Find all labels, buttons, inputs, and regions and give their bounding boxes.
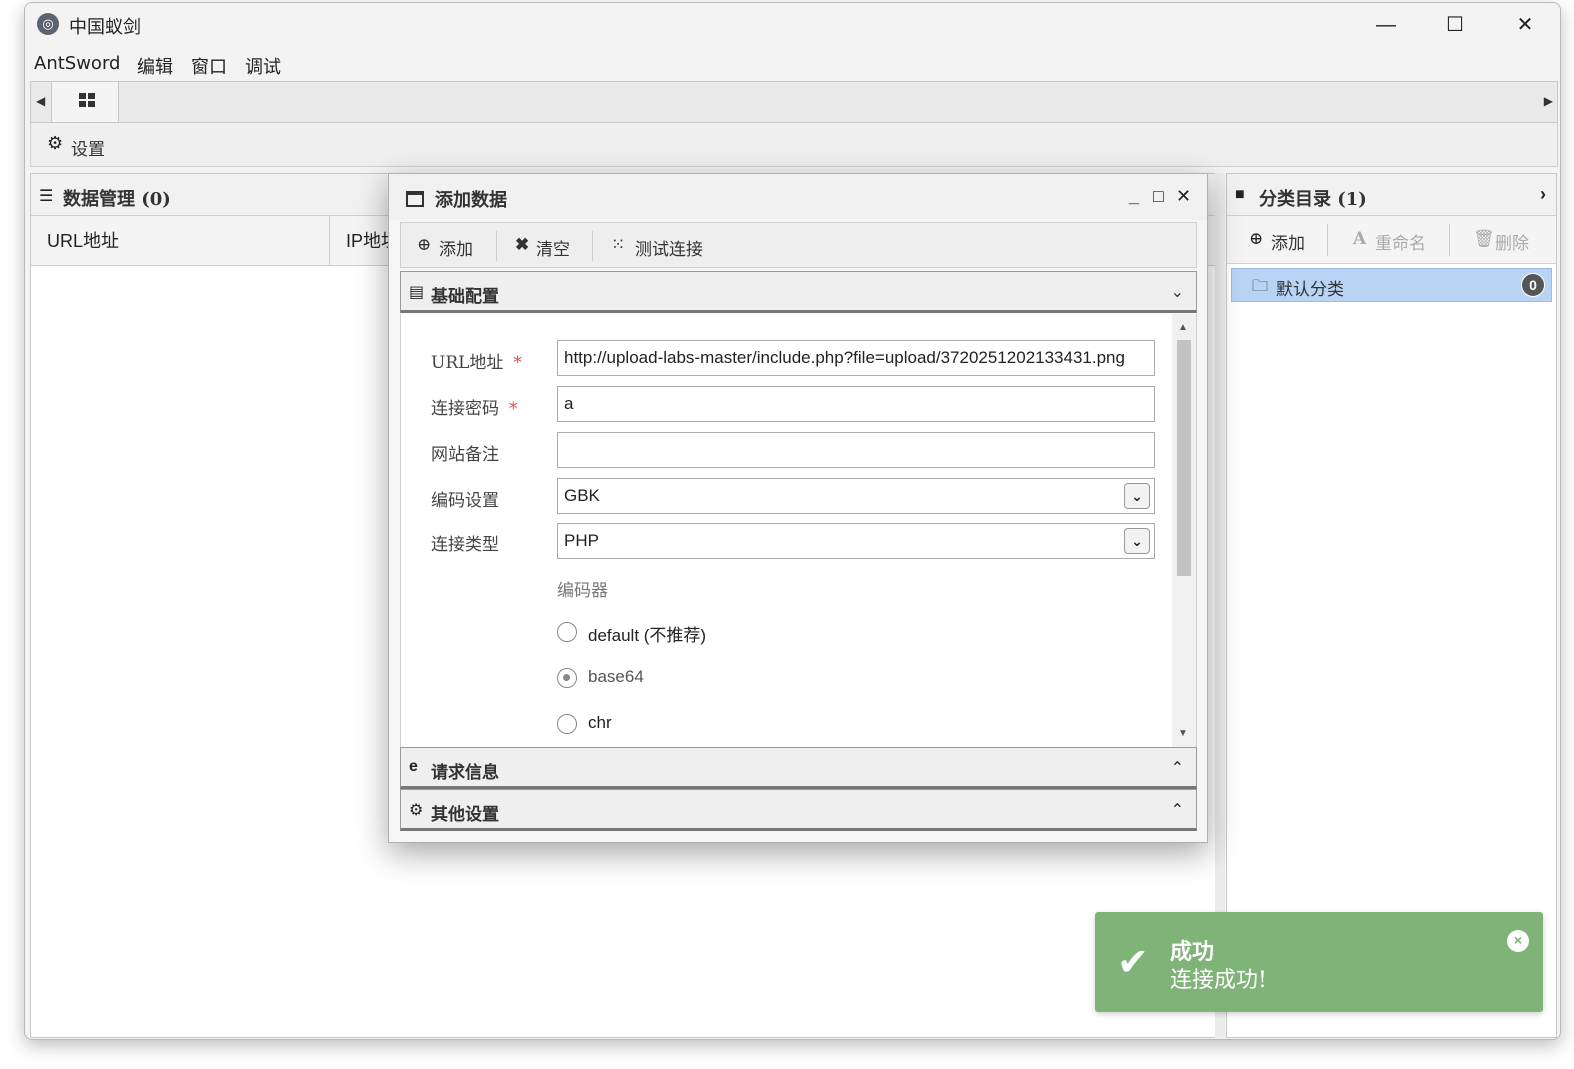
category-toolbar: ⊕ 添加 A 重命名 🗑 删除 — [1227, 216, 1556, 264]
ie-icon: e — [409, 758, 418, 775]
scroll-thumb[interactable] — [1177, 340, 1191, 576]
spinner-icon: ⁙ — [611, 235, 626, 255]
note-input[interactable] — [557, 432, 1155, 468]
dialog-test-connection-button[interactable]: 测试连接 — [635, 235, 703, 260]
toolbar-separator — [496, 231, 497, 261]
chevron-up-icon: ⌃ — [1170, 802, 1184, 819]
dialog-close-button[interactable]: ✕ — [1176, 186, 1191, 207]
dialog-title: 添加数据 — [435, 190, 507, 211]
font-icon: A — [1353, 229, 1367, 249]
dialog-maximize-button[interactable]: □ — [1153, 186, 1164, 207]
gears-icon: ⚙ — [409, 802, 424, 819]
toolbar-separator — [1449, 224, 1450, 256]
settings-toolbar: ⚙ 设置 — [30, 123, 1558, 167]
accordion-basic-config[interactable]: ▤ 基础配置 ⌄ — [400, 271, 1197, 313]
type-select[interactable]: PHP ⌄ — [557, 523, 1155, 559]
accordion-other-settings[interactable]: ⚙ 其他设置 ⌃ — [400, 789, 1197, 831]
encoder-label-default: default (不推荐) — [588, 626, 707, 645]
category-delete-button[interactable]: 删除 — [1495, 229, 1529, 254]
form-scrollbar[interactable]: ▲ ▼ — [1172, 314, 1196, 748]
menu-antsword[interactable]: AntSword — [34, 53, 120, 74]
folder-icon: ■ — [1235, 186, 1245, 203]
accordion-basic-title: 基础配置 — [431, 287, 499, 307]
folder-open-icon: 🗀 — [1252, 278, 1269, 295]
toast-close-icon[interactable]: × — [1507, 930, 1529, 952]
panel-splitter[interactable] — [1215, 173, 1225, 1038]
url-label: URL地址 * — [431, 353, 522, 373]
plus-circle-icon: ⊕ — [417, 235, 432, 255]
dialog-header: 添加数据 _ □ ✕ — [389, 174, 1207, 220]
encoder-label-base64: base64 — [588, 667, 644, 686]
url-input[interactable]: http://upload-labs-master/include.php?fi… — [557, 340, 1155, 376]
title-bar: ◎ 中国蚁剑 — ☐ ✕ — [25, 3, 1560, 45]
success-toast: ✔ 成功 连接成功! × — [1095, 912, 1543, 1012]
menu-debug[interactable]: 调试 — [245, 53, 281, 79]
category-item-default[interactable]: 🗀 默认分类 0 — [1231, 268, 1552, 302]
encoding-select[interactable]: GBK ⌄ — [557, 478, 1155, 514]
tab-scroll-right-icon[interactable]: ▶ — [1544, 94, 1553, 108]
scroll-down-icon[interactable]: ▼ — [1178, 728, 1188, 739]
list-icon: ☰ — [39, 188, 54, 205]
grid-icon — [79, 93, 95, 107]
menu-bar: AntSword 编辑 窗口 调试 — [25, 47, 1560, 81]
encoder-radio-chr[interactable] — [557, 714, 577, 734]
category-panel: ■ 分类目录 (1) › ⊕ 添加 A 重命名 🗑 删除 🗀 默认分类 0 — [1226, 173, 1557, 1038]
antsword-logo-icon: ◎ — [37, 13, 59, 35]
dialog-clear-button[interactable]: 清空 — [536, 235, 570, 260]
type-label: 连接类型 — [431, 535, 499, 555]
chevron-up-icon: ⌃ — [1170, 760, 1184, 777]
type-select-value: PHP — [564, 531, 599, 550]
category-panel-title: 分类目录 (1) — [1259, 189, 1367, 210]
trash-icon: 🗑 — [1473, 229, 1495, 249]
encoder-radio-default[interactable] — [557, 622, 577, 642]
add-data-dialog: 添加数据 _ □ ✕ ⊕ 添加 ✖ 清空 ⁙ 测试连接 ▤ 基础配置 ⌄ URL… — [388, 173, 1208, 843]
category-count-badge: 0 — [1521, 273, 1545, 297]
encoder-radio-base64[interactable] — [557, 668, 577, 688]
tab-scroll-left-icon[interactable]: ◀ — [36, 94, 45, 108]
note-label: 网站备注 — [431, 445, 499, 465]
accordion-other-title: 其他设置 — [431, 805, 499, 825]
encoder-title: 编码器 — [557, 581, 608, 601]
dialog-add-button[interactable]: 添加 — [439, 235, 473, 260]
window-icon — [406, 191, 424, 207]
category-panel-header: ■ 分类目录 (1) › — [1227, 174, 1556, 216]
chevron-down-icon: ⌄ — [1170, 284, 1184, 301]
accordion-request-info[interactable]: e 请求信息 ⌃ — [400, 747, 1197, 789]
category-add-button[interactable]: 添加 — [1271, 229, 1305, 254]
encoding-label: 编码设置 — [431, 491, 499, 511]
password-input[interactable]: a — [557, 386, 1155, 422]
close-button[interactable]: ✕ — [1502, 9, 1548, 41]
column-header-url[interactable]: URL地址 — [31, 216, 330, 266]
chevron-down-icon[interactable]: ⌄ — [1124, 483, 1150, 509]
toolbar-separator — [592, 231, 593, 261]
basic-config-form: URL地址 * http://upload-labs-master/include… — [400, 314, 1197, 748]
data-panel-title: 数据管理 (0) — [63, 189, 171, 210]
accordion-request-title: 请求信息 — [431, 763, 499, 783]
times-icon: ✖ — [515, 235, 530, 255]
toast-message: 连接成功! — [1170, 968, 1267, 993]
dialog-toolbar: ⊕ 添加 ✖ 清空 ⁙ 测试连接 — [400, 222, 1197, 268]
category-item-label: 默认分类 — [1276, 280, 1344, 300]
menu-edit[interactable]: 编辑 — [137, 53, 173, 79]
window-title: 中国蚁剑 — [69, 17, 141, 38]
password-label: 连接密码 * — [431, 399, 518, 419]
category-rename-button[interactable]: 重命名 — [1375, 229, 1426, 254]
tab-home[interactable] — [51, 82, 119, 122]
menu-window[interactable]: 窗口 — [191, 53, 227, 79]
chevron-right-icon[interactable]: › — [1540, 184, 1546, 205]
tab-strip: ◀ ▶ — [30, 81, 1558, 123]
file-text-icon: ▤ — [409, 284, 425, 301]
check-icon: ✔ — [1117, 942, 1149, 984]
gear-icon: ⚙ — [47, 133, 64, 153]
toolbar-separator — [1327, 224, 1328, 256]
dialog-minimize-button[interactable]: _ — [1129, 186, 1139, 207]
chevron-down-icon[interactable]: ⌄ — [1124, 528, 1150, 554]
settings-button[interactable]: 设置 — [71, 135, 105, 160]
maximize-button[interactable]: ☐ — [1432, 9, 1478, 41]
plus-circle-icon: ⊕ — [1249, 229, 1264, 249]
encoder-label-chr: chr — [588, 713, 612, 732]
minimize-button[interactable]: — — [1363, 9, 1409, 41]
encoding-select-value: GBK — [564, 486, 600, 505]
scroll-up-icon[interactable]: ▲ — [1178, 322, 1188, 333]
